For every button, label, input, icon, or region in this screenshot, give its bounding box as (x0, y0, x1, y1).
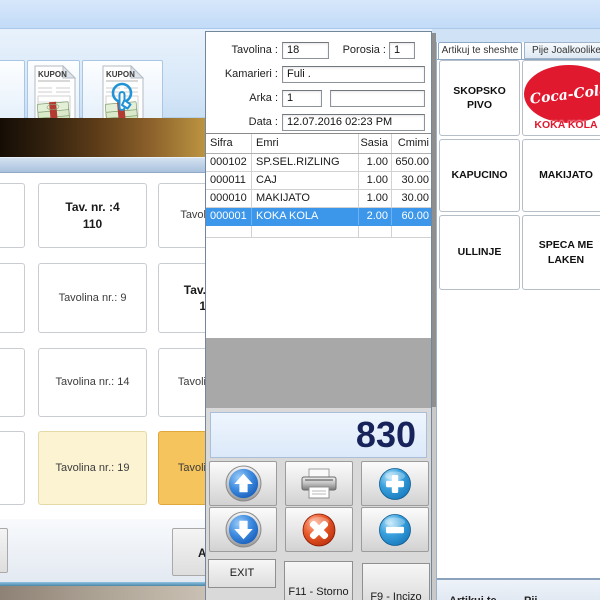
table-button-4[interactable]: Tav. nr. :4 110 (38, 183, 147, 248)
product-button-label: KOKA KOLA (523, 118, 600, 132)
printer-icon (299, 468, 339, 500)
down-arrow-icon (225, 511, 262, 548)
table-button-partial[interactable] (0, 183, 25, 248)
delete-item-button[interactable] (285, 507, 353, 552)
product-button-koka-kola[interactable]: Coca-Cola KOKA KOLA (522, 60, 600, 136)
lower-tab-fragment-left[interactable]: Artikuj te (449, 595, 497, 600)
table-row-selected[interactable]: 000001 KOKA KOLA 2.00 60.00 (206, 208, 431, 226)
product-button-skopsko-pivo[interactable]: SKOPSKO PIVO (439, 60, 520, 136)
table-empty-area (206, 338, 431, 408)
table-button-14[interactable]: Tavolina nr.: 14 (38, 348, 147, 417)
order-items-table: Sifra Emri Sasia Cmimi 000102 SP.SEL.RIZ… (206, 133, 431, 238)
arka-label: Arka : (206, 90, 278, 107)
table-button-partial[interactable] (0, 348, 25, 417)
data-label: Data : (206, 114, 278, 131)
tavolina-field[interactable]: 18 (282, 42, 329, 59)
svg-text:KUPON: KUPON (38, 70, 67, 79)
print-button[interactable] (285, 461, 353, 506)
move-up-button[interactable] (209, 461, 277, 506)
cancel-icon (301, 512, 337, 548)
kamarieri-field[interactable]: Fuli . (282, 66, 425, 83)
move-down-button[interactable] (209, 507, 277, 552)
data-field[interactable]: 12.07.2016 02:23 PM (282, 114, 425, 131)
table-row[interactable]: 000102 SP.SEL.RIZLING 1.00 650.00 (206, 154, 431, 172)
table-button-19-occupied[interactable]: Tavolina nr.: 19 (38, 431, 147, 505)
total-display: 830 (210, 412, 427, 458)
table-row[interactable]: 000011 CAJ 1.00 30.00 (206, 172, 431, 190)
product-button-ullinje[interactable]: ULLINJE (439, 215, 520, 290)
product-button-makijato[interactable]: MAKIJATO (522, 139, 600, 212)
product-button-speca-me-laken[interactable]: SPECA ME LAKEN (522, 215, 600, 290)
table-button-partial[interactable] (0, 431, 25, 505)
table-button-partial[interactable] (0, 263, 25, 333)
order-panel: Tavolina : 18 Porosia : 1 Kamarieri : Fu… (205, 31, 432, 600)
porosia-label: Porosia : (326, 42, 386, 59)
col-header-sifra[interactable]: Sifra (206, 134, 252, 153)
product-button-kapucino[interactable]: KAPUCINO (439, 139, 520, 212)
svg-text:KUPON: KUPON (106, 70, 135, 79)
f9-incizo-button[interactable]: F9 - Incizo (362, 563, 430, 600)
table-button-9[interactable]: Tavolina nr.: 9 (38, 263, 147, 333)
table-row-empty (206, 226, 431, 238)
bar-button-partial[interactable] (0, 528, 8, 573)
tab-pije-joalkoolike[interactable]: Pije Joalkoolike (524, 42, 600, 59)
col-header-sasia[interactable]: Sasia (359, 134, 392, 153)
products-panel: Artikuj te sheshte Pije Joalkoolike SKOP… (436, 42, 600, 600)
porosia-field[interactable]: 1 (389, 42, 415, 59)
table-row[interactable]: 000010 MAKIJATO 1.00 30.00 (206, 190, 431, 208)
tab-artikuj-te-sheshte[interactable]: Artikuj te sheshte (438, 42, 522, 59)
right-panel-top-band (432, 29, 600, 42)
tavolina-label: Tavolina : (206, 42, 278, 59)
up-arrow-icon (225, 465, 262, 502)
f11-storno-button[interactable]: F11 - Storno Incizo (284, 561, 353, 600)
add-item-button[interactable] (361, 461, 429, 506)
kamarieri-label: Kamarieri : (206, 66, 278, 83)
lower-tab-fragment-right[interactable]: Pij (524, 595, 537, 600)
arka-secondary-field[interactable] (330, 90, 425, 107)
col-header-cmimi[interactable]: Cmimi (392, 134, 431, 153)
subtract-item-button[interactable] (361, 507, 429, 552)
window-title-band (0, 0, 600, 29)
pos-app-window: Touch KUPON (0, 0, 600, 600)
plus-icon (378, 467, 412, 501)
lower-tab-band: Artikuj te Pij (437, 578, 600, 600)
arka-field[interactable]: 1 (282, 90, 322, 107)
table-header-row: Sifra Emri Sasia Cmimi (206, 134, 431, 154)
minus-icon (378, 513, 412, 547)
col-header-emri[interactable]: Emri (252, 134, 359, 153)
exit-button[interactable]: EXIT (208, 559, 276, 588)
